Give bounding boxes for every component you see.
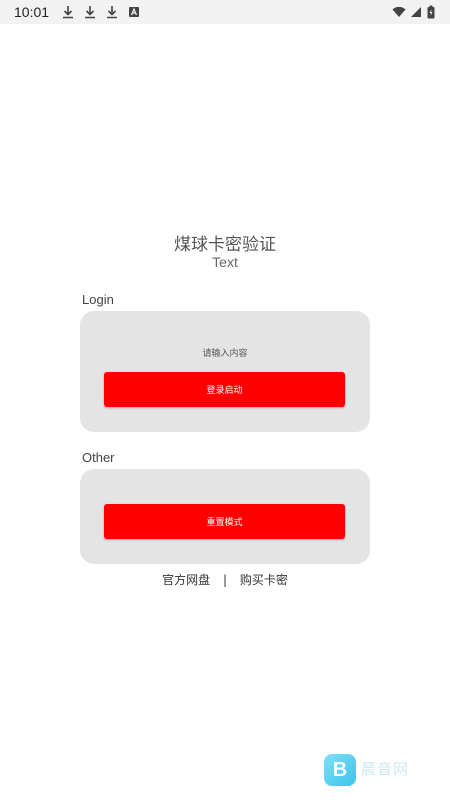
page-title: 煤球卡密验证 [174,235,276,255]
watermark-logo-icon: B [324,754,356,786]
login-section-label: Login [82,292,114,307]
link-separator: | [222,573,228,587]
watermark-text: 晨音网 [361,760,410,778]
status-bar: 10:01 [0,0,450,24]
other-card: 重置模式 [80,469,370,564]
official-netdisk-link[interactable]: 官方网盘 [162,571,210,588]
download-icon [85,6,95,19]
font-icon [129,7,139,17]
wifi-icon [392,6,406,17]
login-card: 登录启动 [80,311,370,432]
download-icon [63,6,73,19]
login-start-button[interactable]: 登录启动 [104,372,345,407]
battery-icon [427,5,435,19]
card-key-input[interactable] [104,345,346,363]
signal-icon [411,7,421,17]
buy-card-key-link[interactable]: 购买卡密 [240,571,288,588]
other-section-label: Other [82,450,115,465]
page-subtitle: Text [212,254,238,270]
reset-mode-button[interactable]: 重置模式 [104,504,345,539]
download-icon [107,6,117,19]
footer-links: 官方网盘 | 购买卡密 [0,571,450,588]
status-time: 10:01 [14,4,50,20]
